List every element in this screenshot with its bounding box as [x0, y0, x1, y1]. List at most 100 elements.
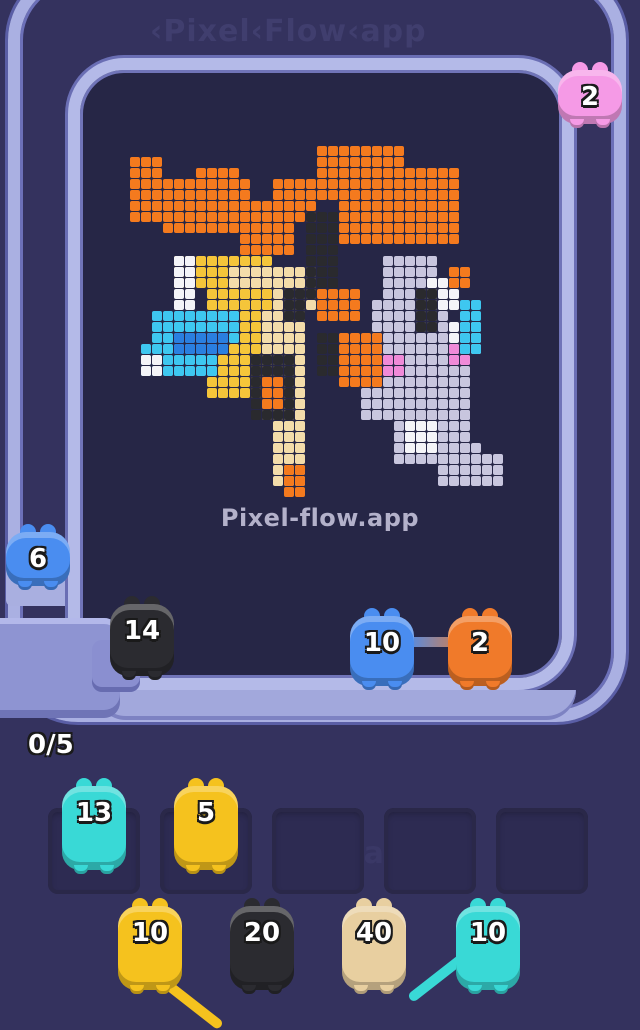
pixel	[295, 212, 305, 222]
pixel	[273, 355, 283, 365]
pixel	[262, 223, 272, 233]
pixel	[460, 432, 470, 442]
pixel	[262, 212, 272, 222]
pixel	[350, 212, 360, 222]
pixel	[152, 355, 162, 365]
pixel	[229, 256, 239, 266]
pixel	[218, 333, 228, 343]
pixel	[350, 289, 360, 299]
pixel	[185, 366, 195, 376]
pixel	[438, 454, 448, 464]
pixel	[240, 245, 250, 255]
pixel	[372, 201, 382, 211]
pixel	[295, 421, 305, 431]
pixel	[372, 377, 382, 387]
pixel	[372, 333, 382, 343]
pixel	[317, 157, 327, 167]
pixel	[273, 333, 283, 343]
pixel	[141, 201, 151, 211]
pig-foot	[596, 119, 610, 128]
pixel	[427, 366, 437, 376]
pixel	[251, 355, 261, 365]
pixel	[218, 366, 228, 376]
pixel	[273, 190, 283, 200]
pixel	[262, 267, 272, 277]
pixel	[229, 388, 239, 398]
pig-blue-lane[interactable]: 10	[350, 608, 414, 690]
pixel	[262, 377, 272, 387]
pixel	[218, 212, 228, 222]
pixel	[328, 289, 338, 299]
pig-orange-lane[interactable]: 2	[448, 608, 512, 690]
pixel	[372, 311, 382, 321]
pig-yellow-queue[interactable]: 10	[118, 898, 182, 994]
pig-pink[interactable]: 2	[558, 62, 622, 128]
pixel	[361, 355, 371, 365]
pixel	[229, 278, 239, 288]
pixel	[339, 223, 349, 233]
pixel	[218, 289, 228, 299]
pixel	[460, 300, 470, 310]
pixel	[174, 300, 184, 310]
pixel	[240, 212, 250, 222]
pixel	[185, 179, 195, 189]
pixel	[328, 256, 338, 266]
pixel	[174, 278, 184, 288]
pixel	[295, 278, 305, 288]
pixel	[383, 366, 393, 376]
pixel	[262, 245, 272, 255]
pixel	[130, 168, 140, 178]
pixel	[416, 234, 426, 244]
pixel	[405, 223, 415, 233]
pixel	[361, 190, 371, 200]
pixel	[174, 256, 184, 266]
pixel	[262, 388, 272, 398]
pixel	[141, 355, 151, 365]
pixel	[394, 443, 404, 453]
pixel	[284, 388, 294, 398]
slot-4[interactable]	[384, 808, 476, 894]
pig-foot	[468, 985, 482, 994]
pixel	[273, 344, 283, 354]
pixel	[438, 377, 448, 387]
pig-count: 13	[75, 798, 113, 828]
pixel	[273, 432, 283, 442]
pig-black-queue[interactable]: 20	[230, 898, 294, 994]
pig-count: 5	[196, 798, 216, 828]
pixel	[251, 388, 261, 398]
pig-foot	[242, 985, 256, 994]
pixel	[361, 410, 371, 420]
pixel	[372, 234, 382, 244]
pig-cyan-slot[interactable]: 13	[62, 778, 126, 874]
pixel	[383, 333, 393, 343]
pixel	[174, 344, 184, 354]
pixel	[449, 421, 459, 431]
pixel	[427, 267, 437, 277]
pig-yellow-slot[interactable]: 5	[174, 778, 238, 874]
pixel	[317, 267, 327, 277]
pixel	[405, 432, 415, 442]
pixel	[317, 234, 327, 244]
pixel	[328, 223, 338, 233]
pixel	[460, 333, 470, 343]
pig-blue-left[interactable]: 6	[6, 524, 70, 590]
pixel	[251, 333, 261, 343]
pixel	[460, 278, 470, 288]
pixel	[284, 377, 294, 387]
pixel	[251, 289, 261, 299]
pixel	[438, 289, 448, 299]
pixel	[394, 179, 404, 189]
pixel	[405, 333, 415, 343]
pig-cyan-queue[interactable]: 10	[456, 898, 520, 994]
pixel	[295, 410, 305, 420]
pixel	[449, 388, 459, 398]
pixel	[361, 366, 371, 376]
pixel	[196, 168, 206, 178]
pig-black-entry[interactable]: 14	[110, 596, 174, 680]
pixel	[383, 267, 393, 277]
pixel	[471, 300, 481, 310]
slot-3[interactable]	[272, 808, 364, 894]
pig-cream-queue[interactable]: 40	[342, 898, 406, 994]
pixel	[427, 388, 437, 398]
slot-5[interactable]	[496, 808, 588, 894]
